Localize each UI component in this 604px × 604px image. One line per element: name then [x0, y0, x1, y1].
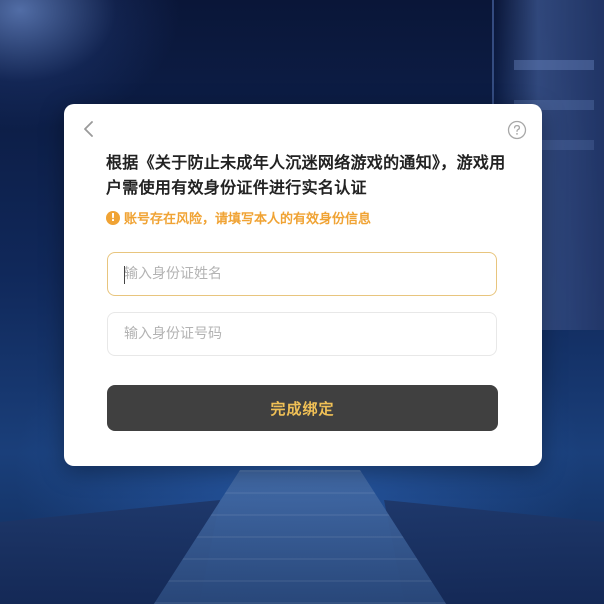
complete-binding-button[interactable]: 完成绑定: [107, 385, 498, 431]
text-caret: [124, 266, 125, 284]
id-name-field[interactable]: [107, 252, 497, 296]
question-circle-icon: [507, 120, 527, 140]
risk-warning: ! 账号存在风险，请填写本人的有效身份信息: [106, 208, 371, 227]
help-button[interactable]: [507, 120, 527, 140]
chevron-left-icon: [84, 121, 93, 137]
id-number-field[interactable]: [107, 312, 497, 356]
id-number-input[interactable]: [108, 313, 496, 355]
back-button[interactable]: [78, 118, 100, 140]
risk-warning-text: 账号存在风险，请填写本人的有效身份信息: [124, 212, 372, 227]
real-name-verification-dialog: 根据《关于防止未成年人沉迷网络游戏的通知》，游戏用户需使用有效身份证件进行实名认…: [64, 104, 542, 466]
exclamation-icon: !: [106, 210, 120, 225]
id-name-input[interactable]: [108, 253, 496, 295]
dialog-title: 根据《关于防止未成年人沉迷网络游戏的通知》，游戏用户需使用有效身份证件进行实名认…: [106, 153, 506, 197]
